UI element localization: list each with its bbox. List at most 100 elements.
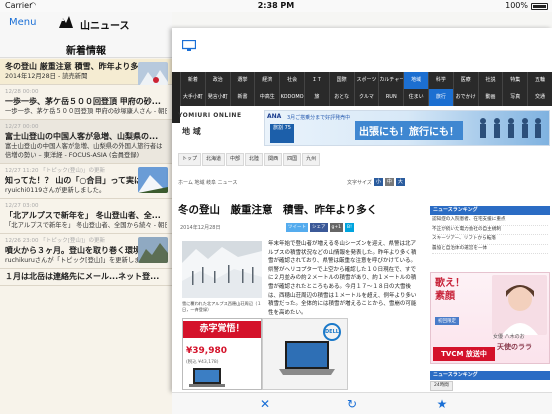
ad-caption: 女優 八木のお (493, 334, 525, 340)
news-item[interactable]: 12/27 11:20 「トピック(登山)」の更新 知ってた！？ 山の「○合目」… (0, 164, 172, 199)
news-item-sub: 「北アルプスで新年を」 冬山登山者、全国から続々 - 朝日新聞 (5, 222, 167, 229)
tweet-button[interactable]: ツイート (286, 223, 308, 232)
ad-title: 赤字覚悟！ (183, 321, 261, 338)
share-buttons: ツイート シェア g+1 B! (286, 223, 354, 232)
sidebar-link[interactable]: 農協と自治体の運営を一体 (432, 245, 548, 255)
article-body: 年末年始で登山者が増える冬山シーズンを迎え、県警は北アルプスの積雪状況などの山情… (268, 241, 417, 316)
sidebar-link[interactable]: スキーツアー、リフトから転落 (432, 235, 548, 245)
laptop-image (189, 368, 225, 387)
nav-item[interactable]: 医療 (452, 72, 478, 89)
nav-item-active[interactable]: 地域 (403, 72, 428, 89)
clock: 2:38 PM (257, 1, 295, 10)
nav-item[interactable]: 特集 (502, 72, 527, 89)
region-tab[interactable]: 北陸 (245, 153, 264, 166)
star-icon[interactable]: ★ (434, 396, 450, 412)
ad-cosmetics[interactable]: 歌え！ 素顔 初回限定 女優 八木のお 天使のララ TVCM 放送中 (430, 272, 550, 364)
nav-item[interactable]: 新書 (229, 89, 255, 106)
nav-item[interactable]: 旅 (303, 89, 329, 106)
news-item[interactable]: 12/28 00:00 一歩一歩、茅ケ岳５００回登頂 甲府の砂... 一歩一歩、… (0, 85, 172, 120)
section-heading: 地 域 (182, 127, 201, 136)
ad-subtext: 3月ご搭乗分まで好評発売中 (287, 115, 351, 121)
gplus-button[interactable]: g+1 (329, 223, 343, 232)
region-tab[interactable]: 北海道 (202, 153, 226, 166)
nav-item[interactable]: 交通 (527, 89, 552, 106)
ad-badge: 旅割 75 (270, 124, 294, 143)
ad-tvcm: TVCM 放送中 (433, 347, 495, 361)
news-item[interactable]: 12/26 23:00 「トピック[登山]」の更新 噴火から３ヶ月。登山を取り巻… (0, 234, 172, 269)
nav-item[interactable]: おでかけ (452, 89, 478, 106)
nav-item[interactable]: おとな (328, 89, 354, 106)
ad-laptop-sale[interactable]: 赤字覚悟！ ¥39,980 (税込 ¥43,178) (182, 318, 262, 390)
region-tab[interactable]: 関西 (264, 153, 283, 166)
news-list-panel: Menu 山ニュース 新着情報 冬の登山 厳重注意 積雪、昨年より多く 2014… (0, 12, 172, 414)
ranking-tab[interactable]: 24時間 (430, 381, 453, 391)
region-tabs: トップ 北海道 中部 北陸 関西 四国 九州 (178, 153, 321, 166)
font-size-large[interactable]: 大 (395, 178, 405, 186)
close-icon[interactable]: ✕ (257, 396, 273, 412)
site-nav-secondary: 大手小町 発言小町 新書 中高生 KODOMO 旅 おとな クルマ RUN 住ま… (172, 89, 552, 123)
nav-bar: Menu 山ニュース 新着情報 (0, 12, 172, 58)
ad-model-photo (492, 275, 547, 335)
site-nav-primary: 新着 政治 選挙 経済 社会 ＩＴ 国際 スポーツ カルチャー 地域 科学 医療… (172, 72, 552, 106)
ad-brand: ANA (267, 113, 282, 120)
ad-banner[interactable]: ANA 3月ご搭乗分まで好評発売中 旅割 75 出張にも！旅行にも！ (264, 110, 550, 146)
ad-dell[interactable]: DELL (262, 318, 348, 390)
nav-item[interactable]: ＩＴ (303, 72, 329, 89)
nav-item[interactable]: 新着 (180, 72, 205, 89)
ad-price: ¥39,980 (186, 346, 227, 356)
sidebar: ニュースランキング 認知症の入院患者、在宅支援に重点 不正が続いた電力会社の自主… (430, 206, 550, 255)
menu-button[interactable]: Menu (9, 17, 36, 28)
nav-item[interactable]: スポーツ (353, 72, 379, 89)
nav-item[interactable]: 写真 (502, 89, 527, 106)
sidebar-link[interactable]: 認知症の入院患者、在宅支援に重点 (432, 216, 548, 226)
sidebar-list: 認知症の入院患者、在宅支援に重点 不正が続いた電力会社の自主規制 スキーツアー、… (430, 215, 550, 255)
region-tab[interactable]: 九州 (302, 153, 321, 166)
monitor-icon[interactable] (182, 40, 196, 51)
news-item-sub: 一歩一歩、茅ケ岳５００回登頂 甲府の砂塚康人さん - 朝日新聞 (5, 108, 167, 115)
nav-item[interactable]: 住まい (403, 89, 428, 106)
nav-item[interactable]: 社会 (279, 72, 304, 89)
site-brand[interactable]: YOMIURI ONLINE (178, 112, 242, 119)
font-size-control: 文字サイズ 小 中 大 (347, 178, 405, 186)
nav-item[interactable]: 発言小町 (204, 89, 230, 106)
region-tab[interactable]: 中部 (226, 153, 245, 166)
font-size-small[interactable]: 小 (373, 178, 383, 186)
hatena-button[interactable]: B! (345, 223, 354, 232)
font-size-medium[interactable]: 中 (384, 178, 394, 186)
news-item-title: 「北アルプスで新年を」 冬山登山者、全... (5, 211, 161, 220)
nav-item[interactable]: 大手小町 (180, 89, 205, 106)
nav-item[interactable]: 政治 (204, 72, 230, 89)
nav-item[interactable]: 中高生 (254, 89, 279, 106)
nav-item[interactable]: KODOMO (279, 89, 304, 106)
status-bar: Carrier ◠ 2:38 PM 100% (0, 0, 552, 12)
nav-item[interactable]: RUN (378, 89, 403, 106)
nav-item[interactable]: 科学 (427, 72, 453, 89)
nav-item[interactable]: 選挙 (229, 72, 255, 89)
sidebar-heading: ニュースランキング (430, 206, 550, 215)
nav-item[interactable]: 旅行 (427, 89, 453, 106)
nav-item[interactable]: カルチャー (378, 72, 403, 89)
nav-item[interactable]: 五輪 (527, 72, 552, 89)
nav-item[interactable]: クルマ (353, 89, 379, 106)
news-item[interactable]: 12/27 00:00 富士山登山の中国人客が急増、山梨県の... 富士山登山の… (0, 120, 172, 164)
news-item-meta: 12/27 00:00 (5, 124, 39, 130)
nav-item[interactable]: 動画 (477, 89, 503, 106)
reload-icon[interactable]: ↻ (344, 396, 360, 412)
facebook-share-button[interactable]: シェア (310, 223, 328, 232)
ad-pill: 初回限定 (435, 317, 459, 325)
news-item-meta: 12/28 00:00 (5, 89, 39, 95)
nav-item[interactable]: 国際 (328, 72, 354, 89)
news-item[interactable]: １月は北岳は連絡先にメール...ネット登... (0, 269, 172, 286)
news-item[interactable]: 冬の登山 厳重注意 積雪、昨年より多く 2014年12月28日 - 読売新聞 (0, 59, 172, 88)
article-webview: 新着 政治 選挙 経済 社会 ＩＴ 国際 スポーツ カルチャー 地域 科学 医療… (172, 28, 552, 392)
sidebar-link[interactable]: 不正が続いた電力会社の自主規制 (432, 226, 548, 236)
region-tab[interactable]: 四国 (283, 153, 302, 166)
news-feed: 冬の登山 厳重注意 積雪、昨年より多く 2014年12月28日 - 読売新聞 1… (0, 59, 172, 286)
breadcrumb[interactable]: ホーム 地域 岐阜 ニュース (178, 179, 237, 186)
region-tab[interactable]: トップ (178, 153, 202, 166)
news-item[interactable]: 12/27 03:00 「北アルプスで新年を」 冬山登山者、全... 「北アルプ… (0, 199, 172, 234)
nav-item[interactable]: 経済 (254, 72, 279, 89)
travelers-illustration (480, 118, 541, 138)
nav-item[interactable]: 社説 (477, 72, 503, 89)
photo-caption: 雪に覆われた北アルプス西穂山荘周辺（１日，一斉登録） (182, 301, 262, 312)
